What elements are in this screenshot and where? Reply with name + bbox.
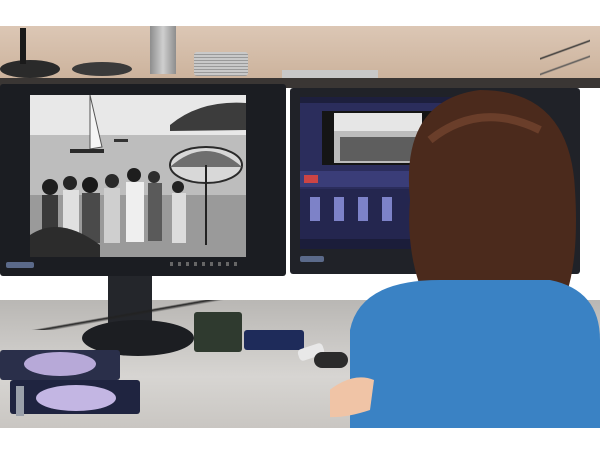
- desk-pad: [244, 330, 304, 350]
- desk-cables: [0, 300, 330, 330]
- black-and-white-beach-photo: [30, 95, 246, 257]
- shelf-disc-stack-left: [0, 60, 60, 78]
- disc-cases: [0, 340, 140, 428]
- monitor-brand-logo-left: [6, 262, 34, 268]
- woman-silhouette: [330, 90, 600, 428]
- photo-scene: [0, 0, 600, 450]
- shelf-disc-pile: [194, 52, 248, 76]
- left-monitor-buttons: [170, 262, 240, 266]
- wall-cables: [540, 26, 590, 86]
- shelf-disc-stack-middle: [72, 62, 132, 76]
- person-from-behind: [330, 80, 600, 428]
- left-screen-photo: [30, 95, 246, 257]
- monitor-brand-logo-right: [300, 256, 324, 262]
- shelf-canister: [150, 26, 176, 74]
- shelf-spindle: [20, 28, 26, 64]
- dvd-stack: [0, 350, 140, 416]
